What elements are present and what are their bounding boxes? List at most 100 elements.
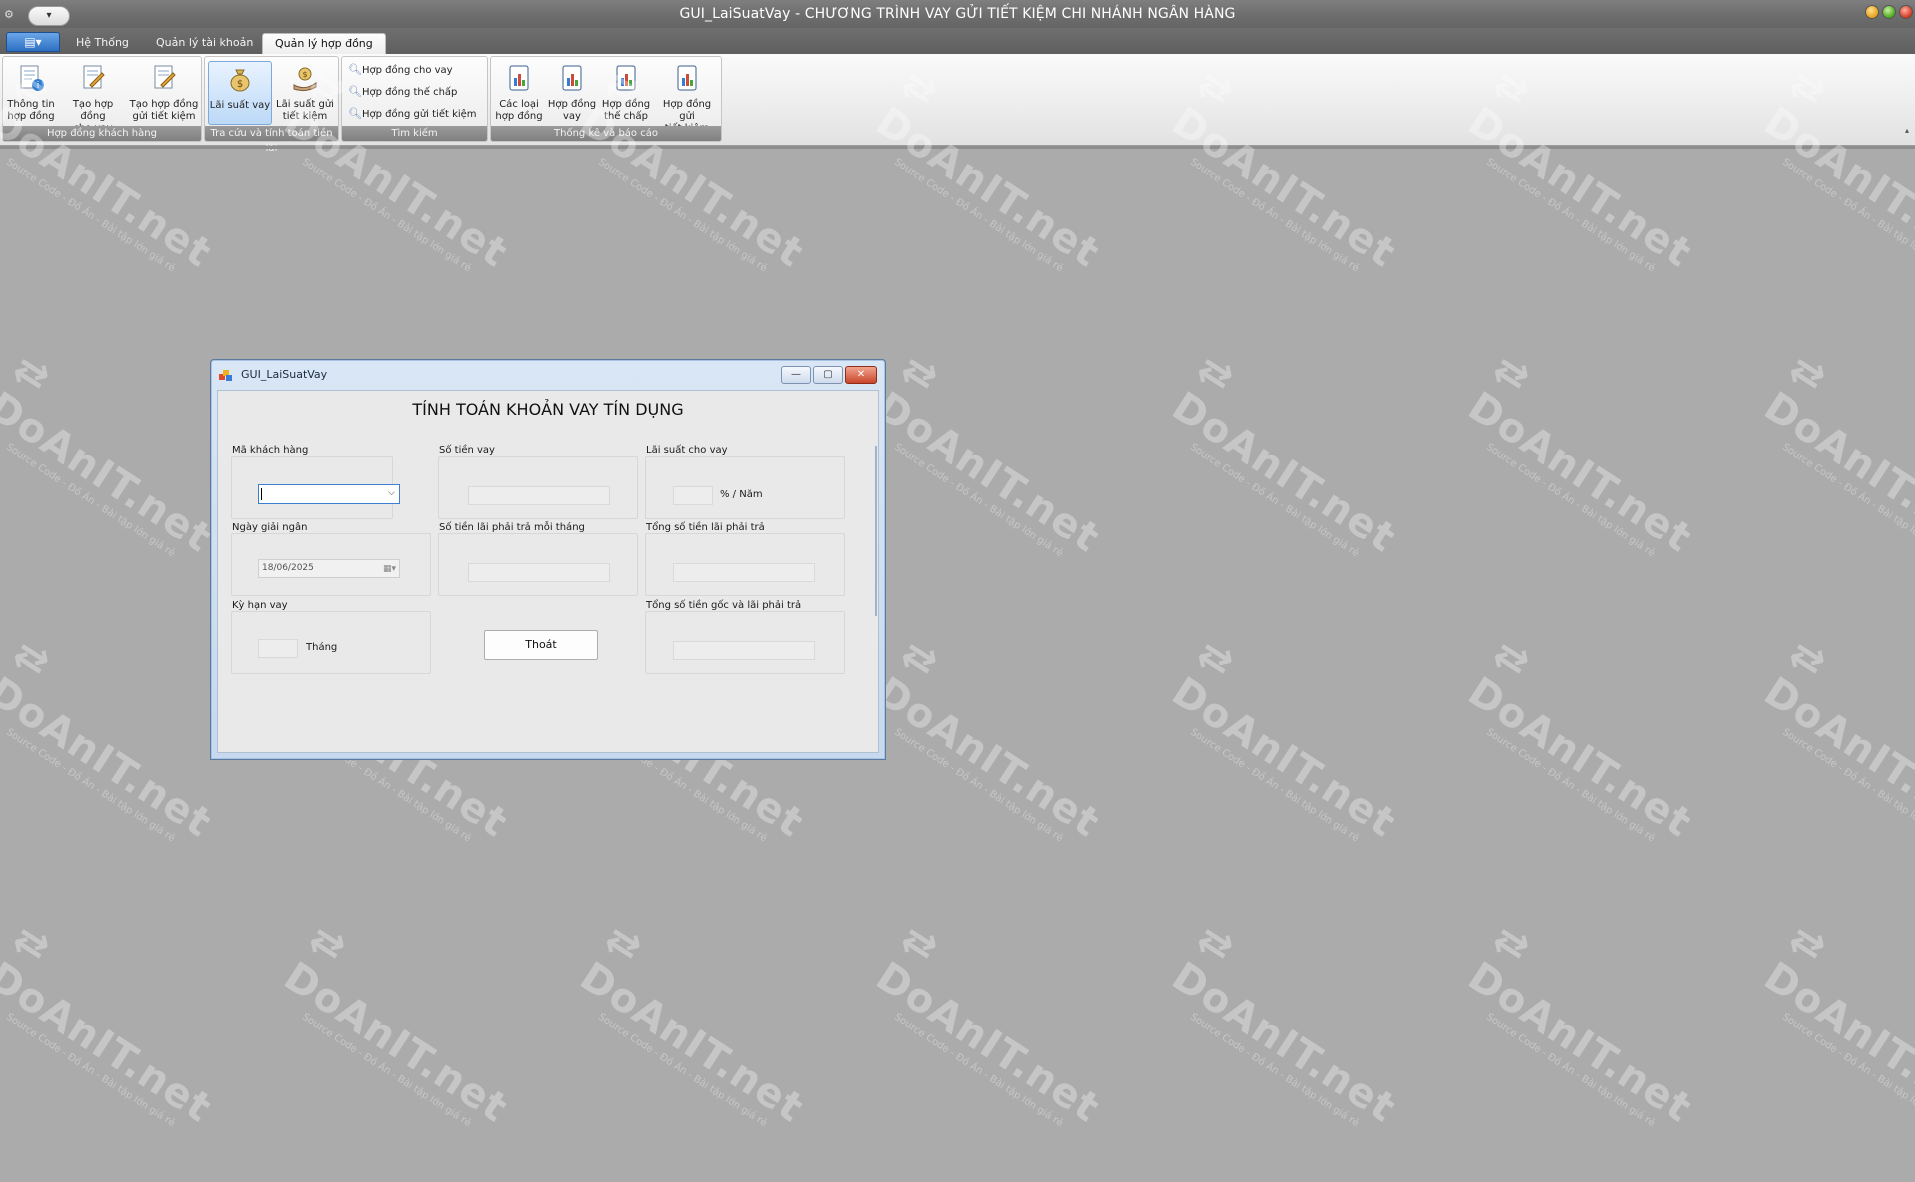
loan-amount-input[interactable] — [468, 486, 610, 505]
watermark-tile: ⇄ DoAnIT.netSource Code - Đồ Án - Bài tậ… — [1724, 915, 1915, 1182]
watermark-brand: ⇄ DoAnIT.net — [1459, 630, 1700, 847]
calendar-icon[interactable]: ▦▾ — [383, 561, 396, 578]
ribbon-group-caption-interest: Tra cứu và tính toán tiền lãi — [205, 126, 338, 154]
total-principal-interest-label: Tổng số tiền gốc và lãi phải trả — [646, 600, 805, 611]
tab-system[interactable]: Hệ Thống — [64, 33, 141, 54]
contract-info-button[interactable]: i Thông tin hợp đồng — [5, 61, 57, 125]
watermark-brand: ⇄ DoAnIT.net — [275, 915, 516, 1132]
search-mortgage-contract-item[interactable]: 🔍︎Hợp đồng thế chấp — [348, 83, 457, 101]
svg-text:$: $ — [237, 79, 243, 90]
watermark-tile: ⇄ DoAnIT.netSource Code - Đồ Án - Bài tậ… — [1428, 630, 1728, 897]
watermark-brand: ⇄ DoAnIT.net — [867, 630, 1108, 847]
tab-account-management[interactable]: Quản lý tài khoản — [144, 33, 265, 54]
watermark-tagline: Source Code - Đồ Án - Bài tập lớn giá rẻ — [1780, 441, 1915, 560]
watermark-tagline: Source Code - Đồ Án - Bài tập lớn giá rẻ — [892, 726, 1065, 845]
search-loan-contract-item[interactable]: 🔍︎Hợp đồng cho vay — [348, 61, 453, 79]
search-icon: 🔍︎ — [348, 63, 362, 76]
ribbon-tab-strip: ▤▾ Hệ Thống Quản lý tài khoản Quản lý hợ… — [0, 28, 1915, 54]
loan-term-input[interactable] — [258, 639, 298, 658]
watermark-tile: ⇄ DoAnIT.netSource Code - Đồ Án - Bài tậ… — [1132, 630, 1432, 897]
report-loan-contracts-label-2: vay — [563, 111, 581, 122]
saving-interest-label-2: tiết kiệm — [282, 111, 328, 122]
watermark-tile: ⇄ DoAnIT.netSource Code - Đồ Án - Bài tậ… — [1132, 915, 1432, 1182]
child-window-title-bar[interactable]: GUI_LaiSuatVay — ▢ ✕ — [211, 360, 885, 390]
watermark-tagline: Source Code - Đồ Án - Bài tập lớn giá rẻ — [892, 1011, 1065, 1130]
watermark-tagline: Source Code - Đồ Án - Bài tập lớn giá rẻ — [1780, 726, 1915, 845]
watermark-tile: ⇄ DoAnIT.netSource Code - Đồ Án - Bài tậ… — [244, 915, 544, 1182]
search-saving-contract-item[interactable]: 🔍︎Hợp đồng gửi tiết kiệm — [348, 105, 477, 123]
child-close-button[interactable]: ✕ — [845, 366, 877, 384]
disbursement-date-value: 18/06/2025 — [262, 563, 314, 573]
chevron-down-icon[interactable]: ⌵ — [388, 488, 395, 498]
loan-amount-label: Số tiền vay — [439, 445, 498, 456]
ribbon-group-contracts: i Thông tin hợp đồng Tạo hợp đồng cho va… — [2, 56, 202, 142]
create-saving-contract-button[interactable]: Tạo hợp đồng gửi tiết kiệm — [129, 61, 199, 125]
watermark-tagline: Source Code - Đồ Án - Bài tập lớn giá rẻ — [4, 1011, 177, 1130]
watermark-tagline: Source Code - Đồ Án - Bài tập lớn giá rẻ — [1188, 726, 1361, 845]
app-title-bar: ⚙ ▾ GUI_LaiSuatVay - CHƯƠNG TRÌNH VAY GỬ… — [0, 0, 1915, 28]
watermark-tile: ⇄ DoAnIT.netSource Code - Đồ Án - Bài tậ… — [1724, 630, 1915, 897]
watermark-tile: ⇄ DoAnIT.netSource Code - Đồ Án - Bài tậ… — [1132, 345, 1432, 612]
loan-term-unit: Tháng — [306, 642, 338, 653]
create-loan-contract-button[interactable]: Tạo hợp đồng cho vay — [59, 61, 127, 134]
ribbon-panel: i Thông tin hợp đồng Tạo hợp đồng cho va… — [0, 54, 1915, 154]
watermark-brand: ⇄ DoAnIT.net — [1163, 345, 1404, 562]
search-mortgage-contract-label: Hợp đồng thế chấp — [362, 87, 458, 98]
watermark-brand: ⇄ DoAnIT.net — [1163, 630, 1404, 847]
create-saving-contract-label-1: Tạo hợp đồng — [129, 99, 199, 110]
watermark-brand: ⇄ DoAnIT.net — [1755, 345, 1915, 562]
watermark-tile: ⇄ DoAnIT.netSource Code - Đồ Án - Bài tậ… — [540, 915, 840, 1182]
watermark-tile: ⇄ DoAnIT.netSource Code - Đồ Án - Bài tậ… — [1428, 915, 1728, 1182]
report-saving-contracts-label-1: Hợp đồng gửi — [662, 99, 712, 122]
money-bag-icon: $ — [230, 69, 250, 92]
ribbon-collapse-icon[interactable]: ▴ — [1905, 126, 1909, 135]
exit-button[interactable]: Thoát — [484, 630, 598, 660]
watermark-tagline: Source Code - Đồ Án - Bài tập lớn giá rẻ — [300, 1011, 473, 1130]
app-window-icon — [219, 370, 232, 381]
disbursement-date-picker[interactable]: 18/06/2025 ▦▾ — [258, 559, 400, 578]
application-menu-button[interactable]: ▤▾ — [6, 32, 60, 52]
create-loan-contract-label-1: Tạo hợp đồng — [72, 99, 114, 122]
customer-id-combobox[interactable]: ⌵ — [258, 484, 400, 504]
loan-interest-label-1: Lãi suất vay — [209, 100, 271, 111]
report-contract-types-button[interactable]: Các loại hợp đồng — [493, 61, 545, 125]
watermark-tagline: Source Code - Đồ Án - Bài tập lớn giá rẻ — [1484, 726, 1657, 845]
search-saving-contract-label: Hợp đồng gửi tiết kiệm — [362, 109, 477, 120]
watermark-tagline: Source Code - Đồ Án - Bài tập lớn giá rẻ — [1484, 156, 1657, 275]
maximize-button[interactable] — [1882, 5, 1896, 19]
watermark-brand: ⇄ DoAnIT.net — [1755, 915, 1915, 1132]
create-loan-contract-icon — [83, 65, 105, 89]
customer-id-label: Mã khách hàng — [232, 445, 312, 456]
search-icon: 🔍︎ — [348, 85, 362, 98]
loan-interest-button[interactable]: $ Lãi suất vay — [208, 61, 272, 125]
tab-contract-management[interactable]: Quản lý hợp đồng — [262, 33, 386, 54]
watermark-tagline: Source Code - Đồ Án - Bài tập lớn giá rẻ — [4, 726, 177, 845]
report-loan-contracts-button[interactable]: Hợp đồng vay — [546, 61, 598, 125]
watermark-brand: ⇄ DoAnIT.net — [1459, 345, 1700, 562]
svg-text:i: i — [37, 81, 40, 91]
watermark-tagline: Source Code - Đồ Án - Bài tập lớn giá rẻ — [300, 156, 473, 275]
interest-rate-input[interactable] — [673, 486, 713, 505]
monthly-interest-output — [468, 563, 610, 582]
interest-rate-label: Lãi suất cho vay — [646, 445, 731, 456]
svg-text:$: $ — [302, 70, 307, 79]
ribbon-group-caption-reports: Thống kê và báo cáo — [491, 126, 721, 141]
watermark-tagline: Source Code - Đồ Án - Bài tập lớn giá rẻ — [1188, 441, 1361, 560]
create-saving-contract-icon — [154, 65, 176, 89]
report-loan-contracts-label-1: Hợp đồng — [547, 99, 597, 110]
report-mortgage-contracts-button[interactable]: Hợp đồng thế chấp — [599, 61, 653, 125]
interest-rate-unit: % / Năm — [720, 489, 763, 500]
watermark-brand: ⇄ DoAnIT.net — [867, 345, 1108, 562]
saving-interest-label-1: Lãi suất gửi — [276, 99, 334, 110]
contract-info-label-1: Thông tin — [7, 99, 55, 110]
report-chart-icon — [677, 65, 697, 91]
report-contract-types-label-1: Các loại — [499, 99, 539, 110]
loan-term-label: Kỳ hạn vay — [232, 600, 291, 611]
child-maximize-button[interactable]: ▢ — [813, 366, 843, 384]
child-minimize-button[interactable]: — — [781, 366, 811, 384]
close-button[interactable] — [1899, 5, 1913, 19]
minimize-button[interactable] — [1865, 5, 1879, 19]
watermark-tile: ⇄ DoAnIT.netSource Code - Đồ Án - Bài tậ… — [836, 915, 1136, 1182]
saving-interest-button[interactable]: $ Lãi suất gửi tiết kiệm — [273, 61, 337, 125]
report-saving-contracts-button[interactable]: Hợp đồng gửi tiết kiệm — [654, 61, 720, 134]
